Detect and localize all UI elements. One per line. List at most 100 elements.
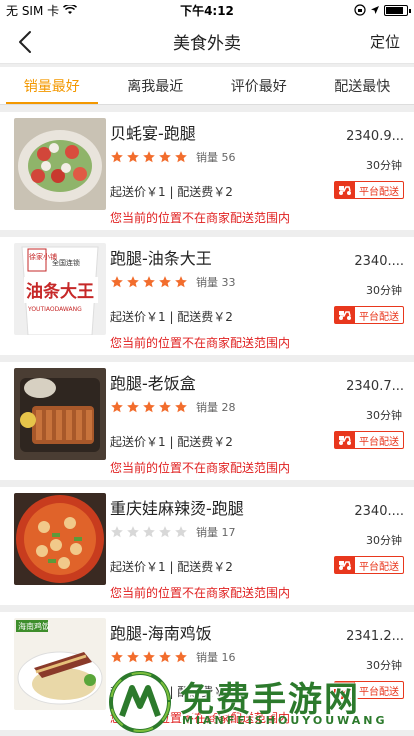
sales-count: 销量 33 <box>196 276 236 289</box>
battery-icon <box>384 4 411 16</box>
cup-name-text: 油条大王 <box>26 281 94 302</box>
shop-name: 贝蚝宴-跑腿 <box>110 124 196 143</box>
sales-count: 销量 17 <box>196 526 236 539</box>
shop-name: 跑腿-海南鸡饭 <box>110 624 212 643</box>
shop-card[interactable]: 徐家小铺 全国连锁 油条大王 YOUTIAODAWANG 跑腿-油条大王 销量 33 234… <box>0 237 414 355</box>
chevron-left-icon <box>19 30 31 53</box>
tab-3[interactable]: 配送最快 <box>311 67 414 104</box>
star-icon <box>143 276 155 288</box>
back-button[interactable] <box>0 20 50 64</box>
star-icon <box>111 151 123 163</box>
shop-distance: 2340.... <box>354 254 404 269</box>
delivery-time: 30分钟 <box>366 534 402 547</box>
shop-card[interactable]: 跑腿-老饭盒 销量 28 2340.7... 30分钟 起送价￥1 | 配送费￥2 平台配… <box>0 362 414 480</box>
delivery-time: 30分钟 <box>366 659 402 672</box>
orientation-lock-icon <box>354 4 366 16</box>
star-icon <box>175 651 187 663</box>
nav-bar: 美食外卖 定位 <box>0 20 414 64</box>
star-icon <box>143 651 155 663</box>
star-icon <box>159 401 171 413</box>
out-of-range-notice: 您当前的位置不在商家配送范围内 <box>110 586 291 600</box>
status-bar: 无 SIM 卡 下午4:12 <box>0 0 414 20</box>
delivery-scooter-icon <box>335 432 355 448</box>
star-icon <box>111 276 123 288</box>
shop-thumbnail: 海南鸡饭 <box>14 618 106 710</box>
tab-0[interactable]: 销量最好 <box>0 67 104 104</box>
star-icon <box>159 526 171 538</box>
food-image: 徐家小铺全国连锁油条大王YOUTIAODAWANG <box>14 243 106 335</box>
price-info: 起送价￥1 | 配送费￥2 <box>110 685 233 699</box>
food-image <box>14 493 106 585</box>
star-icon <box>159 651 171 663</box>
price-info: 起送价￥1 | 配送费￥2 <box>110 185 233 199</box>
locate-button[interactable]: 定位 <box>370 31 414 52</box>
shop-thumbnail <box>14 118 106 210</box>
star-icon <box>175 151 187 163</box>
food-image <box>14 368 106 460</box>
star-icon <box>127 276 139 288</box>
page-title: 美食外卖 <box>173 34 241 54</box>
shop-name: 跑腿-老饭盒 <box>110 374 196 393</box>
shop-distance: 2340.... <box>354 504 404 519</box>
carrier-label: 无 SIM 卡 <box>6 3 60 18</box>
wifi-icon <box>63 5 78 14</box>
shop-card[interactable]: 海南鸡饭 跑腿-海南鸡饭销量 16 2341.2... 30分钟起送价￥1 | 配送费… <box>0 612 414 730</box>
star-icon <box>143 526 155 538</box>
delivery-scooter-icon <box>335 557 355 573</box>
price-info: 起送价￥1 | 配送费￥2 <box>110 435 233 449</box>
platform-delivery-badge: 平台配送 <box>334 306 404 324</box>
star-icon <box>143 151 155 163</box>
location-arrow-icon <box>371 6 379 14</box>
rice-tag-text: 海南鸡饭 <box>18 621 50 631</box>
star-icon <box>127 401 139 413</box>
star-icon <box>143 401 155 413</box>
cup-pinyin-text: YOUTIAODAWANG <box>27 306 82 313</box>
shop-name: 跑腿-油条大王 <box>110 249 212 268</box>
star-icon <box>175 401 187 413</box>
rating-stars: 销量 33 <box>110 274 236 290</box>
out-of-range-notice: 您当前的位置不在商家配送范围内 <box>110 461 291 475</box>
star-icon <box>111 526 123 538</box>
badge-label: 平台配送 <box>359 561 399 573</box>
shop-card[interactable]: 贝蚝宴-跑腿 销量 56 2340.9... 30分钟 起送价￥1 | 配送费￥2 平台配… <box>0 112 414 230</box>
shop-thumbnail: 徐家小铺 全国连锁 油条大王 YOUTIAODAWANG <box>14 243 106 335</box>
star-icon <box>127 151 139 163</box>
price-info: 起送价￥1 | 配送费￥2 <box>110 310 233 324</box>
food-image <box>14 118 106 210</box>
shop-card[interactable]: 重庆娃麻辣烫-跑腿 销量 17 2340.... 30分钟 起送价￥1 | 配送费￥2 平… <box>0 487 414 605</box>
tab-2[interactable]: 评价最好 <box>207 67 311 104</box>
status-right <box>354 4 411 16</box>
star-icon <box>159 151 171 163</box>
sort-tabs: 销量最好 离我最近 评价最好 配送最快 <box>0 67 414 105</box>
sales-count: 销量 56 <box>196 151 236 164</box>
rating-stars: 销量 17 <box>110 524 236 540</box>
cup-chain-text: 全国连锁 <box>52 258 80 267</box>
delivery-time: 30分钟 <box>366 159 402 172</box>
platform-delivery-badge: 平台配送 <box>334 681 404 699</box>
star-icon <box>175 276 187 288</box>
rating-stars: 销量 16 <box>110 649 236 665</box>
battery-level <box>386 6 403 14</box>
badge-label: 平台配送 <box>359 186 399 198</box>
star-icon <box>111 651 123 663</box>
badge-label: 平台配送 <box>359 311 399 323</box>
badge-label: 平台配送 <box>359 686 399 698</box>
star-icon <box>175 526 187 538</box>
sales-count: 销量 16 <box>196 651 236 664</box>
food-image: 海南鸡饭 <box>14 618 106 710</box>
price-info: 起送价￥1 | 配送费￥2 <box>110 560 233 574</box>
out-of-range-notice: 您当前的位置不在商家配送范围内 <box>110 711 291 725</box>
out-of-range-notice: 您当前的位置不在商家配送范围内 <box>110 211 291 225</box>
rating-stars: 销量 28 <box>110 399 236 415</box>
shop-list: 贝蚝宴-跑腿 销量 56 2340.9... 30分钟 起送价￥1 | 配送费￥2 平台配… <box>0 112 414 730</box>
tab-1[interactable]: 离我最近 <box>104 67 208 104</box>
star-icon <box>111 401 123 413</box>
shop-distance: 2341.2... <box>346 629 404 644</box>
star-icon <box>127 651 139 663</box>
rating-stars: 销量 56 <box>110 149 236 165</box>
status-left: 无 SIM 卡 <box>6 2 78 19</box>
shop-thumbnail <box>14 368 106 460</box>
delivery-scooter-icon <box>335 307 355 323</box>
out-of-range-notice: 您当前的位置不在商家配送范围内 <box>110 336 291 350</box>
platform-delivery-badge: 平台配送 <box>334 181 404 199</box>
